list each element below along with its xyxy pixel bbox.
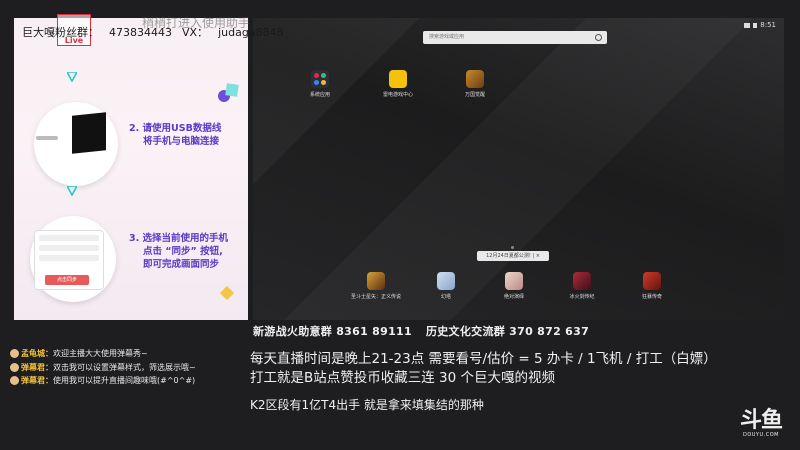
app-system[interactable]: 系统应用	[295, 70, 345, 98]
app-rise-of-kingdoms[interactable]: 万国觉醒	[450, 70, 500, 98]
app-game-center[interactable]: 雷电游戏中心	[373, 70, 423, 98]
search-icon[interactable]	[595, 34, 602, 41]
triangle-icon	[67, 72, 77, 82]
stream-notes: 每天直播时间是晚上21-23点 需要看号/估价 = 5 办卡 / 1飞机 / 打…	[250, 351, 717, 386]
qq-number: 473834443	[109, 26, 172, 39]
decor-square	[225, 83, 239, 97]
laptop-icon	[72, 112, 106, 154]
fan-group-overlay: 巨大嘎粉丝群： 473834443 VX： judaga8848	[22, 24, 294, 40]
avatar	[10, 376, 19, 385]
group-info: 新游战火助意群 8361 89111 历史文化交流群 370 872 637	[253, 325, 590, 338]
decor-diamond	[219, 285, 235, 301]
sync-guide-panel: 2. 请使用USB数据线 将手机与电脑连接 点击同步 3. 选择当前使用的手机 …	[14, 18, 248, 320]
date-banner[interactable]: 12月24日夏都公测! | ×	[477, 251, 549, 261]
triangle-icon	[67, 186, 77, 196]
game-icon	[437, 272, 455, 290]
mouse-cursor	[637, 251, 648, 259]
grid-icon	[311, 70, 329, 88]
game-icon	[643, 272, 661, 290]
step-3-text: 3. 选择当前使用的手机 点击 “同步” 按钮, 即可完成画面同步	[129, 233, 229, 270]
step-2-text: 2. 请使用USB数据线 将手机与电脑连接	[129, 123, 222, 147]
danmu-chat: 孟龟城：欢迎主播大大使用弹幕秀~ 弹幕君：双击我可以设置弹幕样式，筛选展示哦~ …	[10, 347, 196, 388]
avatar	[10, 349, 19, 358]
app-saint-seiya[interactable]: 圣斗士星矢：正义传说	[351, 272, 401, 300]
app-ice-fire[interactable]: 冰火剑传纪	[557, 272, 607, 300]
chat-row: 弹幕君：使用我可以提升直播间趣味哦(#^0^#)	[10, 374, 196, 388]
avatar	[10, 362, 19, 372]
gamepad-icon	[389, 70, 407, 88]
chat-row: 孟龟城：欢迎主播大大使用弹幕秀~	[10, 347, 196, 361]
battery-icon	[753, 22, 758, 28]
chat-row: 弹幕君：双击我可以设置弹幕样式，筛选展示哦~	[10, 361, 196, 375]
status-bar: 8:51	[744, 21, 776, 29]
app-absolute-acting[interactable]: 绝对演绎	[489, 272, 539, 300]
game-icon	[573, 272, 591, 290]
phone-sync-ui: 点击同步	[34, 230, 104, 290]
game-icon	[505, 272, 523, 290]
vx-label: VX：	[182, 26, 209, 39]
usb-cable	[36, 136, 58, 140]
wifi-icon	[744, 22, 751, 28]
game-icon	[367, 272, 385, 290]
douyu-logo: 斗鱼 DOUYU.COM	[739, 408, 783, 439]
stream-note-3: K2区段有1亿T4出手 就是拿来填集结的那种	[250, 398, 484, 412]
emulator-screen[interactable]: 8:51 搜索游戏或应用 系统应用 雷电游戏中心 万国觉醒 12月24日夏都公测…	[253, 18, 784, 320]
game-icon	[466, 70, 484, 88]
search-input[interactable]: 搜索游戏或应用	[423, 31, 607, 44]
page-indicator	[511, 246, 514, 249]
sync-button[interactable]: 点击同步	[45, 275, 89, 285]
app-tower-of-fantasy[interactable]: 幻塔	[421, 272, 471, 300]
qq-label: 巨大嘎粉丝群：	[22, 26, 99, 39]
vx-id: judaga8848	[218, 26, 284, 39]
clock: 8:51	[760, 21, 776, 29]
app-rage-legend[interactable]: 狂暴传奇	[627, 272, 677, 300]
